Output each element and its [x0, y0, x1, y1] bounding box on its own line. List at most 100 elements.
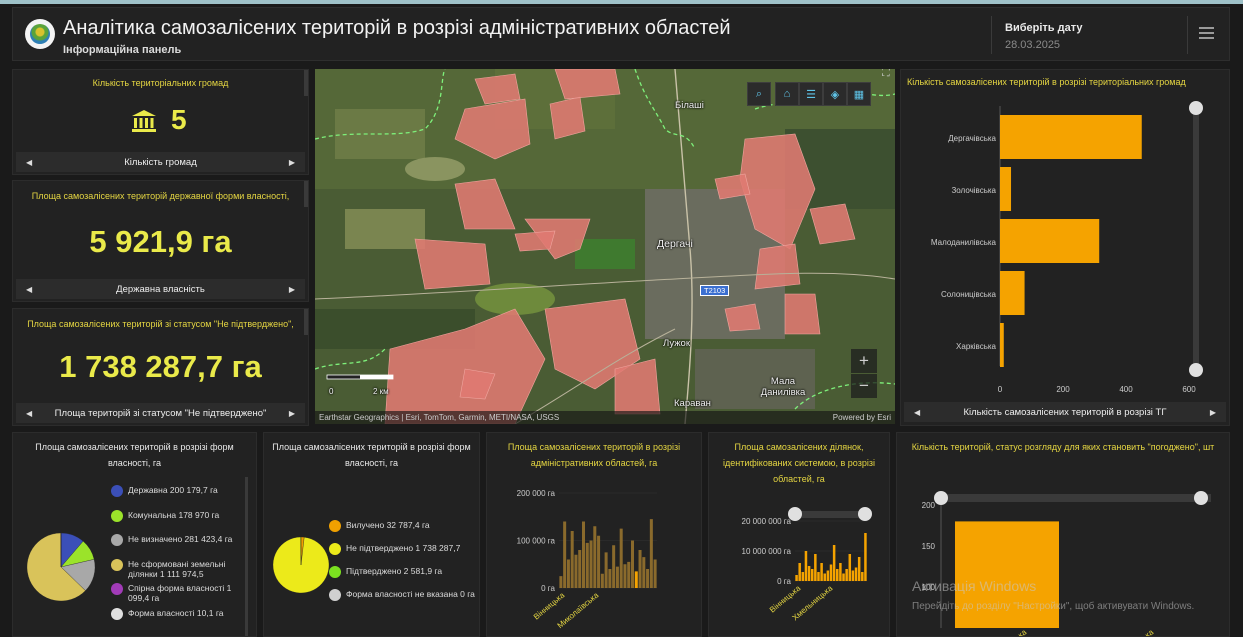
- next-arrow-icon[interactable]: ▶: [1210, 408, 1216, 417]
- bar: [820, 563, 823, 581]
- legend-label: Не підтверджено 1 738 287,7: [346, 543, 461, 553]
- bar: [861, 572, 864, 581]
- fullscreen-icon[interactable]: ⛶: [882, 69, 890, 80]
- search-icon[interactable]: ⌕: [747, 82, 771, 106]
- map-place-label: Караван: [674, 398, 711, 409]
- tick-label: 200: [1056, 385, 1070, 394]
- attribution-text: Earthstar Geographics | Esri, TomTom, Ga…: [319, 413, 560, 422]
- legend-item[interactable]: Не сформовані земельні ділянки 1 111 974…: [111, 558, 247, 579]
- kpi-hromady-card: Кількість територіальних громад 5 ◀ Кіль…: [12, 69, 309, 175]
- hamburger-menu-icon[interactable]: [1199, 27, 1214, 39]
- bar: [1000, 323, 1004, 367]
- legend-item[interactable]: Не підтверджено 1 738 287,7: [329, 543, 479, 555]
- category-label: Харківська: [1119, 627, 1156, 637]
- legend-swatch: [111, 485, 123, 497]
- tick-label: 200: [922, 501, 936, 510]
- legend-swatch: [329, 589, 341, 601]
- legend-swatch: [329, 566, 341, 578]
- legend-label: Підтверджено 2 581,9 га: [346, 566, 443, 576]
- panel-scrollbar[interactable]: [304, 181, 308, 207]
- list-icon[interactable]: ☰: [799, 82, 823, 106]
- panel-title: Кількість територій, статус розгляду для…: [911, 442, 1215, 452]
- panel-scrollbar[interactable]: [304, 70, 308, 96]
- bar: [832, 545, 836, 581]
- bar: [638, 550, 642, 588]
- zoom-slider-track: [1193, 108, 1199, 370]
- kpi-title: Площа самозалісених територій зі статусо…: [27, 319, 294, 329]
- bar: [804, 551, 808, 581]
- date-picker-value[interactable]: 28.03.2025: [1005, 39, 1060, 51]
- next-arrow-icon[interactable]: ▶: [289, 409, 295, 418]
- powered-by-esri[interactable]: Powered by Esri: [833, 413, 891, 422]
- legend-swatch: [111, 558, 123, 571]
- tick-label: 150: [922, 542, 936, 551]
- home-icon[interactable]: ⌂: [775, 82, 799, 106]
- layers-icon[interactable]: ◈: [823, 82, 847, 106]
- tick-label: 0 га: [541, 584, 555, 593]
- bank-icon: [131, 109, 157, 133]
- legend-item[interactable]: Комунальна 178 970 га: [111, 509, 247, 522]
- legend-item[interactable]: Не визначено 281 423,4 га: [111, 534, 247, 546]
- tick-label: 400: [1119, 385, 1133, 394]
- zoom-slider-track: [795, 511, 867, 518]
- tick-label: 200 000 га: [517, 489, 556, 498]
- category-label: Харківська: [956, 342, 997, 351]
- bar: [585, 542, 589, 588]
- map-toolbar: ⌕ ⌂ ☰ ◈ ▦: [747, 82, 871, 106]
- bar: [851, 570, 855, 581]
- bar: [857, 557, 861, 581]
- next-arrow-icon[interactable]: ▶: [289, 158, 295, 167]
- bar: [864, 533, 867, 581]
- bar: [810, 569, 814, 581]
- tick-label: 100 000 га: [517, 537, 556, 546]
- panel-scrollbar[interactable]: [304, 309, 308, 335]
- app-header: Аналітика самозалісених територій в розр…: [12, 7, 1230, 61]
- bar: [615, 566, 619, 588]
- zoom-out-button[interactable]: −: [851, 374, 877, 398]
- category-label: Дергачівська: [948, 134, 996, 143]
- legend-item[interactable]: Вилучено 32 787,4 га: [329, 520, 479, 532]
- legend-item[interactable]: Форма власності не вказана 0 га: [329, 589, 479, 601]
- panel-title: Площа самозалісених територій в розрізі …: [507, 442, 681, 468]
- legend-scrollbar[interactable]: [245, 477, 248, 636]
- oblasti-bar-chart: 0 га100 000 га200 000 гаВінницькаМиколаї…: [517, 489, 657, 630]
- next-arrow-icon[interactable]: ▶: [289, 285, 295, 294]
- header-divider: [991, 16, 992, 54]
- bar: [817, 572, 820, 581]
- zoom-slider-handle: [934, 491, 948, 505]
- legend-item[interactable]: Державна 200 179,7 га: [111, 485, 247, 497]
- bar: [619, 528, 623, 588]
- category-label: Золочівська: [951, 186, 996, 195]
- kpi-state-ownership-card: Площа самозалісених територій державної …: [12, 180, 309, 302]
- tick-label: 0 га: [777, 577, 791, 586]
- page-subtitle: Інформаційна панель: [63, 44, 182, 56]
- panel-title: Кількість самозалісених територій в розр…: [907, 77, 1186, 87]
- status-pie-chart: [273, 537, 329, 593]
- legend-item[interactable]: Спірна форма власності 1 099,4 га: [111, 583, 247, 603]
- bar: [848, 554, 852, 581]
- map-place-label: Мала Данилівка: [760, 376, 806, 398]
- map-satellite-imagery: [315, 69, 895, 424]
- kpi-title: Кількість територіальних громад: [92, 78, 229, 88]
- map-view[interactable]: ⌕ ⌂ ☰ ◈ ▦ ⛶ Білаші Дергачі Лужок Мала Да…: [315, 69, 895, 424]
- legend-item[interactable]: Форма власності 10,1 га: [111, 607, 247, 620]
- zoom-in-button[interactable]: +: [851, 349, 877, 373]
- legend-swatch: [111, 534, 123, 546]
- date-picker-label[interactable]: Виберіть дату: [1005, 22, 1082, 34]
- bar: [646, 569, 650, 588]
- grid-icon[interactable]: ▦: [847, 82, 871, 106]
- bar: [1000, 219, 1100, 263]
- map-place-label: Лужок: [663, 338, 690, 349]
- bar: [826, 570, 830, 581]
- ownership-pie-panel: Площа самозалісених територій в розрізі …: [12, 432, 257, 637]
- kpi-value: 1 738 287,7 га: [59, 349, 262, 384]
- scale-label-start: 0: [329, 387, 334, 396]
- legend-swatch: [111, 583, 123, 595]
- zoom-slider-handle: [858, 507, 872, 521]
- parcels-bar-panel: Площа самозалісених ділянок, ідентифіков…: [708, 432, 890, 637]
- zoom-slider-handle: [1189, 363, 1203, 377]
- category-label: Полтавська: [989, 627, 1028, 637]
- kpi-nav-label: Державна власність: [116, 283, 205, 295]
- parcels-bar-chart: 0 га10 000 000 га20 000 000 гаВінницькаХ…: [742, 507, 872, 622]
- legend-item[interactable]: Підтверджено 2 581,9 га: [329, 566, 479, 578]
